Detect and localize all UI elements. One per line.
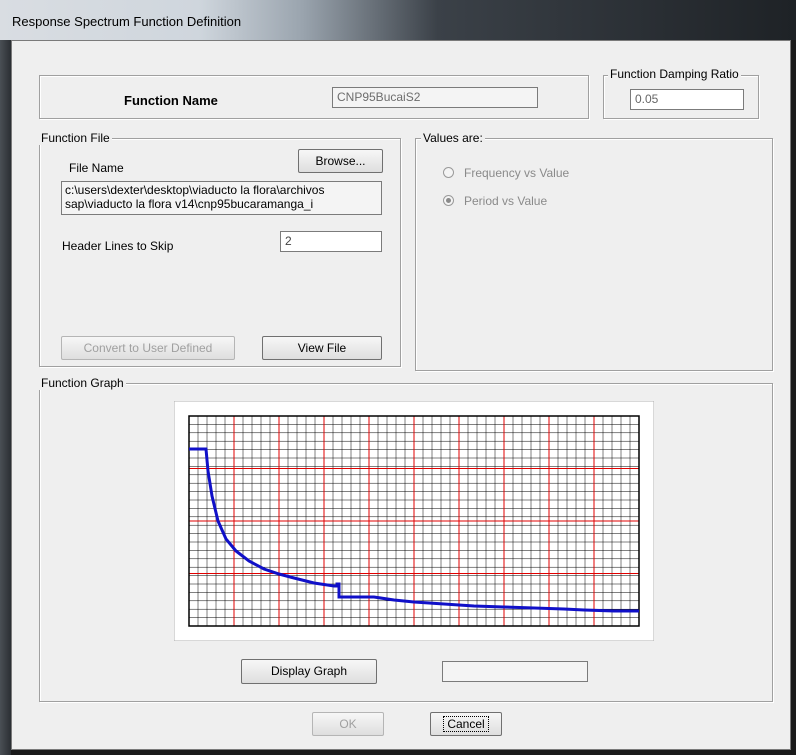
- header-lines-label: Header Lines to Skip: [62, 239, 174, 253]
- damping-ratio-label: Function Damping Ratio: [608, 67, 741, 81]
- cancel-label: Cancel: [443, 716, 489, 732]
- values-are-group: Values are: Frequency vs Value Period vs…: [415, 131, 773, 371]
- browse-button[interactable]: Browse...: [298, 149, 383, 173]
- radio-indicator-selected: [443, 195, 454, 206]
- function-graph-label: Function Graph: [39, 376, 126, 390]
- frequency-vs-value-label: Frequency vs Value: [464, 166, 570, 180]
- function-name-input[interactable]: CNP95BucaiS2: [332, 87, 538, 108]
- window-title: Response Spectrum Function Definition: [12, 14, 242, 29]
- dialog-body: Function Name CNP95BucaiS2 Function Damp…: [11, 40, 791, 750]
- view-file-button[interactable]: View File: [262, 336, 382, 360]
- radio-indicator: [443, 167, 454, 178]
- function-file-label: Function File: [39, 131, 112, 145]
- damping-ratio-group: Function Damping Ratio 0.05: [603, 67, 759, 119]
- graph-readout-field: [442, 661, 588, 682]
- file-name-label: File Name: [69, 161, 124, 175]
- function-name-group: Function Name CNP95BucaiS2: [39, 75, 589, 119]
- frequency-vs-value-radio[interactable]: Frequency vs Value: [443, 166, 569, 180]
- period-vs-value-label: Period vs Value: [464, 194, 548, 208]
- window-frame-edge: [0, 40, 11, 755]
- function-graph-group: Function Graph Display Graph: [39, 376, 773, 702]
- ok-button[interactable]: OK: [312, 712, 384, 736]
- file-path-line-1: c:\users\dexter\desktop\viaducto la flor…: [65, 183, 325, 197]
- function-graph-plot: [174, 401, 654, 641]
- period-vs-value-radio[interactable]: Period vs Value: [443, 194, 547, 208]
- damping-ratio-input[interactable]: 0.05: [630, 89, 744, 110]
- title-bar: Response Spectrum Function Definition: [0, 0, 796, 40]
- cancel-button[interactable]: Cancel: [430, 712, 502, 736]
- file-path-field[interactable]: c:\users\dexter\desktop\viaducto la flor…: [61, 181, 382, 215]
- values-are-label: Values are:: [421, 131, 485, 145]
- function-file-group: Function File File Name Browse... c:\use…: [39, 131, 401, 367]
- header-lines-input[interactable]: 2: [280, 231, 382, 252]
- display-graph-button[interactable]: Display Graph: [241, 659, 377, 684]
- file-path-line-2: sap\viaducto la flora v14\cnp95bucaraman…: [65, 197, 314, 211]
- convert-to-user-defined-button[interactable]: Convert to User Defined: [61, 336, 235, 360]
- function-name-label: Function Name: [124, 93, 218, 108]
